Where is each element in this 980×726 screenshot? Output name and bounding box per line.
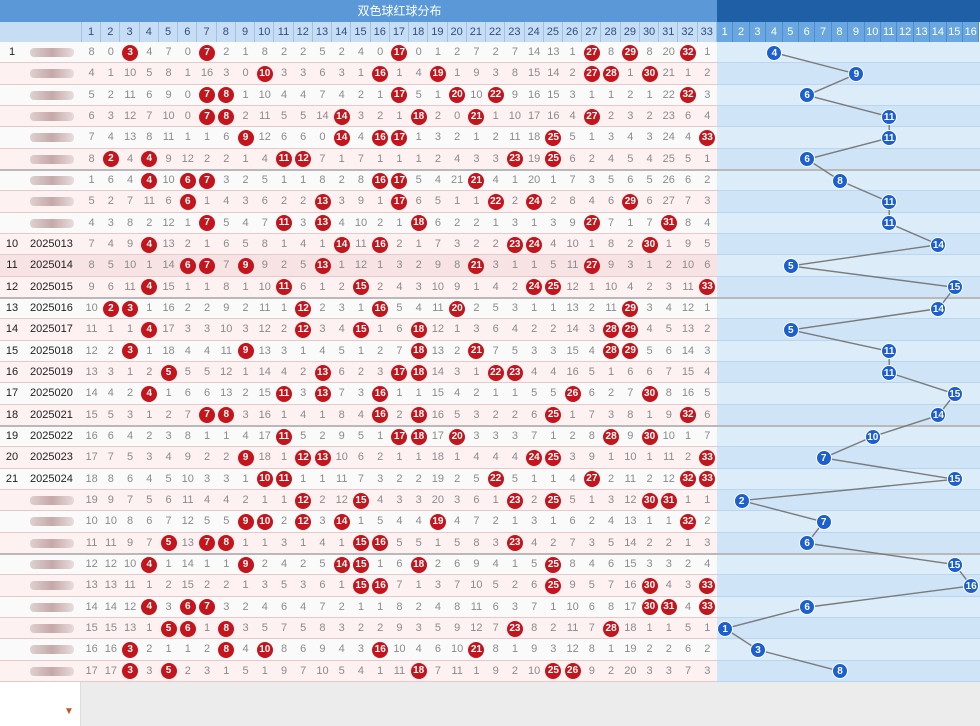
trend-line-segment <box>757 649 841 672</box>
blue-ball: 7 <box>815 513 832 530</box>
footer-left <box>0 682 81 726</box>
trend-line-segment <box>725 606 808 630</box>
trend-line-segment <box>807 137 890 160</box>
blue-ball: 15 <box>946 471 963 488</box>
trend-line-segment <box>872 414 939 438</box>
trend-line-segment <box>807 585 972 608</box>
blue-trend-lines <box>724 51 972 672</box>
trend-line-segment <box>790 243 939 267</box>
blue-ball: 5 <box>782 257 799 274</box>
trend-line-segment <box>790 307 939 331</box>
trend-line-segment <box>774 51 857 75</box>
blue-ball: 14 <box>930 236 947 253</box>
lottery-trend-chart: 双色球红球分布 1 2 3 4 5 6 7 8 9 10 11 12 13 14 15 16 17 18 19 20 2… <box>0 0 980 726</box>
blue-ball: 8 <box>832 172 848 189</box>
trend-line-segment <box>807 542 955 566</box>
blue-ball: 11 <box>881 364 898 381</box>
trend-line-segment <box>741 478 955 502</box>
blue-ball: 15 <box>946 279 963 296</box>
blue-ball: 10 <box>864 428 881 445</box>
blue-ball: 1 <box>717 620 734 637</box>
blue-ball: 14 <box>930 300 947 317</box>
blue-ball: 16 <box>963 577 980 594</box>
arrow-down-icon[interactable]: ▼ <box>64 706 74 717</box>
trend-line-segment <box>888 371 956 395</box>
blue-ball: 5 <box>782 321 799 338</box>
stats-footer <box>0 682 980 726</box>
trend-line-segment <box>790 329 890 352</box>
blue-ball: 15 <box>946 556 963 573</box>
trend-line-segment <box>741 499 824 523</box>
blue-ball: 7 <box>815 449 832 466</box>
trend-line-segment <box>823 457 955 480</box>
blue-ball: 3 <box>750 641 766 658</box>
blue-ball: 11 <box>881 108 898 125</box>
blue-ball: 14 <box>930 407 947 424</box>
trend-line-segment <box>807 94 890 118</box>
blue-ball: 2 <box>733 492 750 509</box>
blue-ball: 4 <box>766 44 783 61</box>
blue-ball: 15 <box>946 385 963 402</box>
trend-line-segment <box>790 265 955 288</box>
